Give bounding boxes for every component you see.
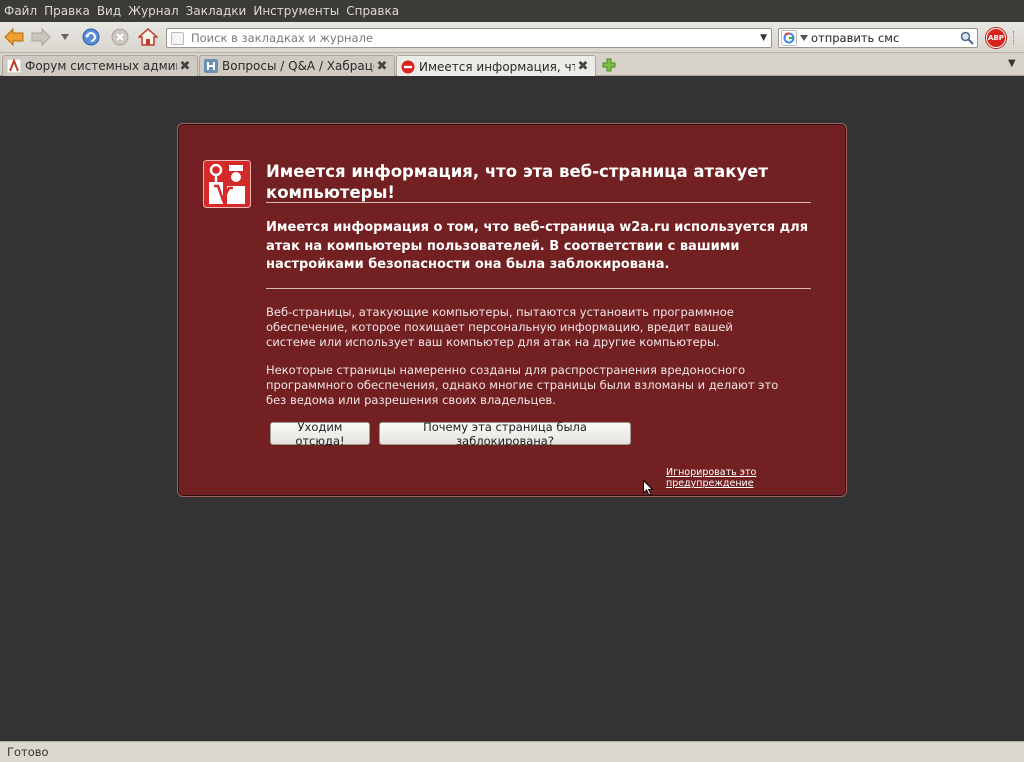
- home-button[interactable]: [137, 26, 159, 48]
- menu-help[interactable]: Справка: [346, 4, 399, 18]
- status-text: Готово: [7, 745, 49, 759]
- tab-list-dropdown-icon[interactable]: ▼: [1008, 58, 1016, 69]
- url-bar[interactable]: ▼: [166, 28, 772, 48]
- magnifier-icon: [960, 31, 974, 45]
- back-button[interactable]: [3, 26, 25, 48]
- error-long-description: Веб-страницы, атакующие компьютеры, пыта…: [266, 305, 734, 349]
- search-engine-selector[interactable]: [781, 30, 809, 46]
- search-go-button[interactable]: [960, 31, 974, 48]
- error-short-description: Имеется информация о том, что веб-страни…: [266, 220, 809, 272]
- navigation-toolbar: ▼ ABP: [0, 22, 1024, 53]
- tab-title: Имеется информация, чт...: [419, 59, 575, 74]
- stop-icon: [111, 28, 129, 46]
- tab-blocked-page[interactable]: Имеется информация, чт... ✖: [396, 55, 596, 77]
- reload-icon: [82, 28, 100, 46]
- error-title: Имеется информация, что эта веб-страница…: [266, 162, 768, 202]
- menu-history[interactable]: Журнал: [128, 4, 179, 18]
- stop-button[interactable]: [109, 26, 131, 48]
- url-input[interactable]: [191, 30, 751, 46]
- close-tab-icon[interactable]: ✖: [575, 59, 591, 75]
- google-icon: [781, 30, 797, 46]
- divider: [266, 288, 811, 289]
- why-blocked-button[interactable]: Почему эта страница была заблокирована?: [379, 420, 631, 448]
- menu-view[interactable]: Вид: [97, 4, 121, 18]
- close-tab-icon[interactable]: ✖: [177, 58, 193, 74]
- tab-title: Вопросы / Q&A / Хабраце...: [222, 59, 374, 73]
- ignore-warning-link[interactable]: Игнорировать это предупреждение: [666, 467, 846, 489]
- forward-arrow-icon: [31, 28, 51, 46]
- search-input[interactable]: [811, 30, 957, 46]
- tab-forum[interactable]: Форум системных админ... ✖: [2, 55, 198, 76]
- error-long-description: Некоторые страницы намеренно созданы для…: [266, 363, 779, 407]
- status-bar: Готово: [0, 741, 1024, 762]
- mouse-pointer-icon: [643, 479, 654, 499]
- habr-icon: [204, 59, 218, 73]
- page-content: Имеется информация, что эта веб-страница…: [0, 76, 1024, 741]
- tab-bar: Форум системных админ... ✖ Вопросы / Q&A…: [0, 53, 1024, 77]
- menu-edit[interactable]: Правка: [44, 4, 90, 18]
- chevron-down-icon: [800, 35, 808, 41]
- forward-button[interactable]: [30, 26, 52, 48]
- menu-tools[interactable]: Инструменты: [253, 4, 339, 18]
- malware-warning-icon: [203, 160, 251, 208]
- menu-bookmarks[interactable]: Закладки: [186, 4, 247, 18]
- adblock-label: ABP: [988, 34, 1004, 42]
- get-me-out-button[interactable]: Уходим отсюда!: [270, 420, 370, 448]
- home-icon: [138, 28, 158, 46]
- url-dropdown-icon[interactable]: ▼: [760, 33, 767, 43]
- adblock-plus-button[interactable]: ABP: [986, 28, 1006, 48]
- tab-habr[interactable]: Вопросы / Q&A / Хабраце... ✖: [199, 55, 395, 76]
- forum-icon: [7, 59, 21, 73]
- menu-file[interactable]: Файл: [4, 4, 37, 18]
- site-identity-icon[interactable]: [171, 32, 184, 45]
- menubar: Файл Правка Вид Журнал Закладки Инструме…: [0, 0, 1024, 22]
- toolbar-grip: [1013, 31, 1019, 45]
- new-tab-button[interactable]: [600, 56, 618, 74]
- history-dropdown[interactable]: [58, 26, 72, 48]
- chevron-down-icon: [61, 34, 69, 40]
- malware-warning-box: Имеется информация, что эта веб-страница…: [177, 123, 847, 497]
- search-bar[interactable]: [778, 28, 978, 48]
- back-arrow-icon: [4, 28, 24, 46]
- close-tab-icon[interactable]: ✖: [374, 58, 390, 74]
- reload-button[interactable]: [80, 26, 102, 48]
- plus-icon: [602, 58, 616, 72]
- divider: [266, 202, 811, 203]
- tab-title: Форум системных админ...: [25, 59, 177, 73]
- blocked-icon: [401, 60, 415, 74]
